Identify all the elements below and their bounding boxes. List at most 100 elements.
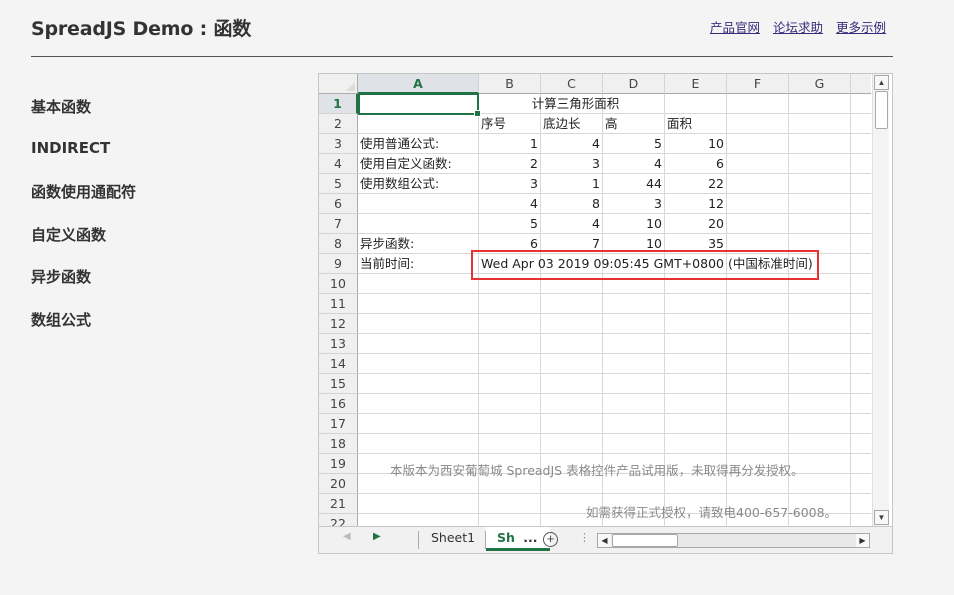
sidebar-item-array-formulas[interactable]: 数组公式 — [31, 309, 136, 352]
grid-row-line — [358, 393, 871, 394]
page-title: SpreadJS Demo : 函数 — [31, 18, 252, 40]
row-header-20[interactable]: 20 — [319, 474, 358, 494]
sidebar-item-custom-functions[interactable]: 自定义函数 — [31, 224, 136, 267]
row-header-4[interactable]: 4 — [319, 154, 358, 174]
column-header-c[interactable]: C — [541, 74, 603, 94]
cell-d2: 高 — [605, 116, 618, 131]
sidebar-item-async-functions[interactable]: 异步函数 — [31, 266, 136, 309]
vertical-scrollbar[interactable]: ▲ ▼ — [872, 74, 889, 526]
tab-sheet-active[interactable]: Sh ... — [486, 527, 550, 551]
grid-row-line — [358, 293, 871, 294]
row-header-15[interactable]: 15 — [319, 374, 358, 394]
row-header-17[interactable]: 17 — [319, 414, 358, 434]
horizontal-scrollbar[interactable]: ◀ ▶ — [597, 533, 870, 548]
sidebar-item-wildcards[interactable]: 函数使用通配符 — [31, 181, 136, 224]
horizontal-scroll-thumb[interactable] — [612, 534, 678, 547]
scroll-down-icon[interactable]: ▼ — [874, 510, 889, 525]
row-header-14[interactable]: 14 — [319, 354, 358, 374]
watermark-line-2: 如需获得正式授权，请致电400-657-6008。 — [586, 505, 838, 520]
tab-sheet1[interactable]: Sheet1 — [419, 527, 487, 551]
cell-d6: 3 — [654, 196, 662, 211]
cell-d4: 4 — [654, 156, 662, 171]
cell-b6: 4 — [530, 196, 538, 211]
cell-c3: 4 — [592, 136, 600, 151]
tab-nav-next-icon[interactable]: ▶ — [373, 531, 381, 542]
cell-c5: 1 — [592, 176, 600, 191]
column-header-d[interactable]: D — [603, 74, 665, 94]
row-header-18[interactable]: 18 — [319, 434, 358, 454]
cell-b3: 1 — [530, 136, 538, 151]
cell-e5: 22 — [708, 176, 724, 191]
link-more-examples[interactable]: 更多示例 — [836, 17, 886, 36]
link-forum-help[interactable]: 论坛求助 — [773, 17, 823, 36]
scroll-up-icon[interactable]: ▲ — [874, 75, 889, 90]
tab-nav-prev-icon[interactable]: ◀ — [343, 531, 351, 542]
row-header-9[interactable]: 9 — [319, 254, 358, 274]
column-header-g[interactable]: G — [789, 74, 851, 94]
cell-d5: 44 — [646, 176, 662, 191]
row-header-1[interactable]: 1 — [319, 94, 358, 114]
grid-row-line — [358, 493, 871, 494]
cell-c2: 底边长 — [543, 116, 581, 131]
link-product-site[interactable]: 产品官网 — [710, 17, 760, 36]
row-header-13[interactable]: 13 — [319, 334, 358, 354]
row-header-6[interactable]: 6 — [319, 194, 358, 214]
cell-e2: 面积 — [667, 116, 693, 131]
row-header-11[interactable]: 11 — [319, 294, 358, 314]
grid-row-line — [358, 433, 871, 434]
row-header-22[interactable]: 22 — [319, 514, 358, 526]
cell-d3: 5 — [654, 136, 662, 151]
cell-a4: 使用自定义函数: — [360, 156, 452, 171]
cell-b7: 5 — [530, 216, 538, 231]
scroll-right-icon[interactable]: ▶ — [856, 534, 869, 547]
row-header-5[interactable]: 5 — [319, 174, 358, 194]
grid-row-line — [358, 333, 871, 334]
cell-b4: 2 — [530, 156, 538, 171]
row-header-10[interactable]: 10 — [319, 274, 358, 294]
row-header-19[interactable]: 19 — [319, 454, 358, 474]
column-header-h[interactable] — [851, 74, 871, 94]
row-header-2[interactable]: 2 — [319, 114, 358, 134]
row-header-3[interactable]: 3 — [319, 134, 358, 154]
cell-a5: 使用数组公式: — [360, 176, 440, 191]
grid-row-line — [358, 313, 871, 314]
cell-e6: 12 — [708, 196, 724, 211]
vertical-scroll-thumb[interactable] — [875, 91, 888, 129]
tab-sheet-active-label: Sh — [497, 530, 515, 545]
sidebar-item-basic-functions[interactable]: 基本函数 — [31, 96, 136, 139]
spreadsheet: A B C D E F G 1 2 3 4 5 6 7 8 9 10 11 12 13 14 15 16 17 1… — [318, 73, 893, 554]
select-all-corner[interactable] — [319, 74, 358, 94]
row-header-16[interactable]: 16 — [319, 394, 358, 414]
cell-e3: 10 — [708, 136, 724, 151]
row-header-12[interactable]: 12 — [319, 314, 358, 334]
cell-b5: 3 — [530, 176, 538, 191]
column-header-a[interactable]: A — [358, 74, 479, 94]
scroll-left-icon[interactable]: ◀ — [598, 534, 611, 547]
column-header-f[interactable]: F — [727, 74, 789, 94]
page: SpreadJS Demo : 函数 产品官网 论坛求助 更多示例 基本函数 I… — [0, 0, 954, 595]
splitter-handle-icon[interactable]: ⋮ — [579, 531, 590, 544]
cell-c4: 3 — [592, 156, 600, 171]
cell-e4: 6 — [716, 156, 724, 171]
cell-a3: 使用普通公式: — [360, 136, 440, 151]
row-header-21[interactable]: 21 — [319, 494, 358, 514]
cell-c6: 8 — [592, 196, 600, 211]
column-header-b[interactable]: B — [479, 74, 541, 94]
cell-b2: 序号 — [481, 116, 507, 131]
row-header-8[interactable]: 8 — [319, 234, 358, 254]
sidebar-item-indirect[interactable]: INDIRECT — [31, 139, 136, 182]
cell-a9: 当前时间: — [360, 256, 415, 271]
column-header-e[interactable]: E — [665, 74, 727, 94]
cell-a8: 异步函数: — [360, 236, 415, 251]
cell-d7: 10 — [646, 216, 662, 231]
sheet-grid[interactable]: A B C D E F G 1 2 3 4 5 6 7 8 9 10 11 12 13 14 15 16 17 1… — [319, 74, 871, 526]
highlight-box — [471, 250, 819, 280]
grid-row-line — [358, 373, 871, 374]
tab-overflow-ellipsis[interactable]: ... — [523, 530, 537, 545]
cell-c7: 4 — [592, 216, 600, 231]
grid-row-line — [358, 413, 871, 414]
grid-row-line — [358, 453, 871, 454]
add-sheet-icon[interactable]: + — [543, 532, 558, 547]
row-header-7[interactable]: 7 — [319, 214, 358, 234]
sidebar: 基本函数 INDIRECT 函数使用通配符 自定义函数 异步函数 数组公式 — [31, 96, 136, 351]
